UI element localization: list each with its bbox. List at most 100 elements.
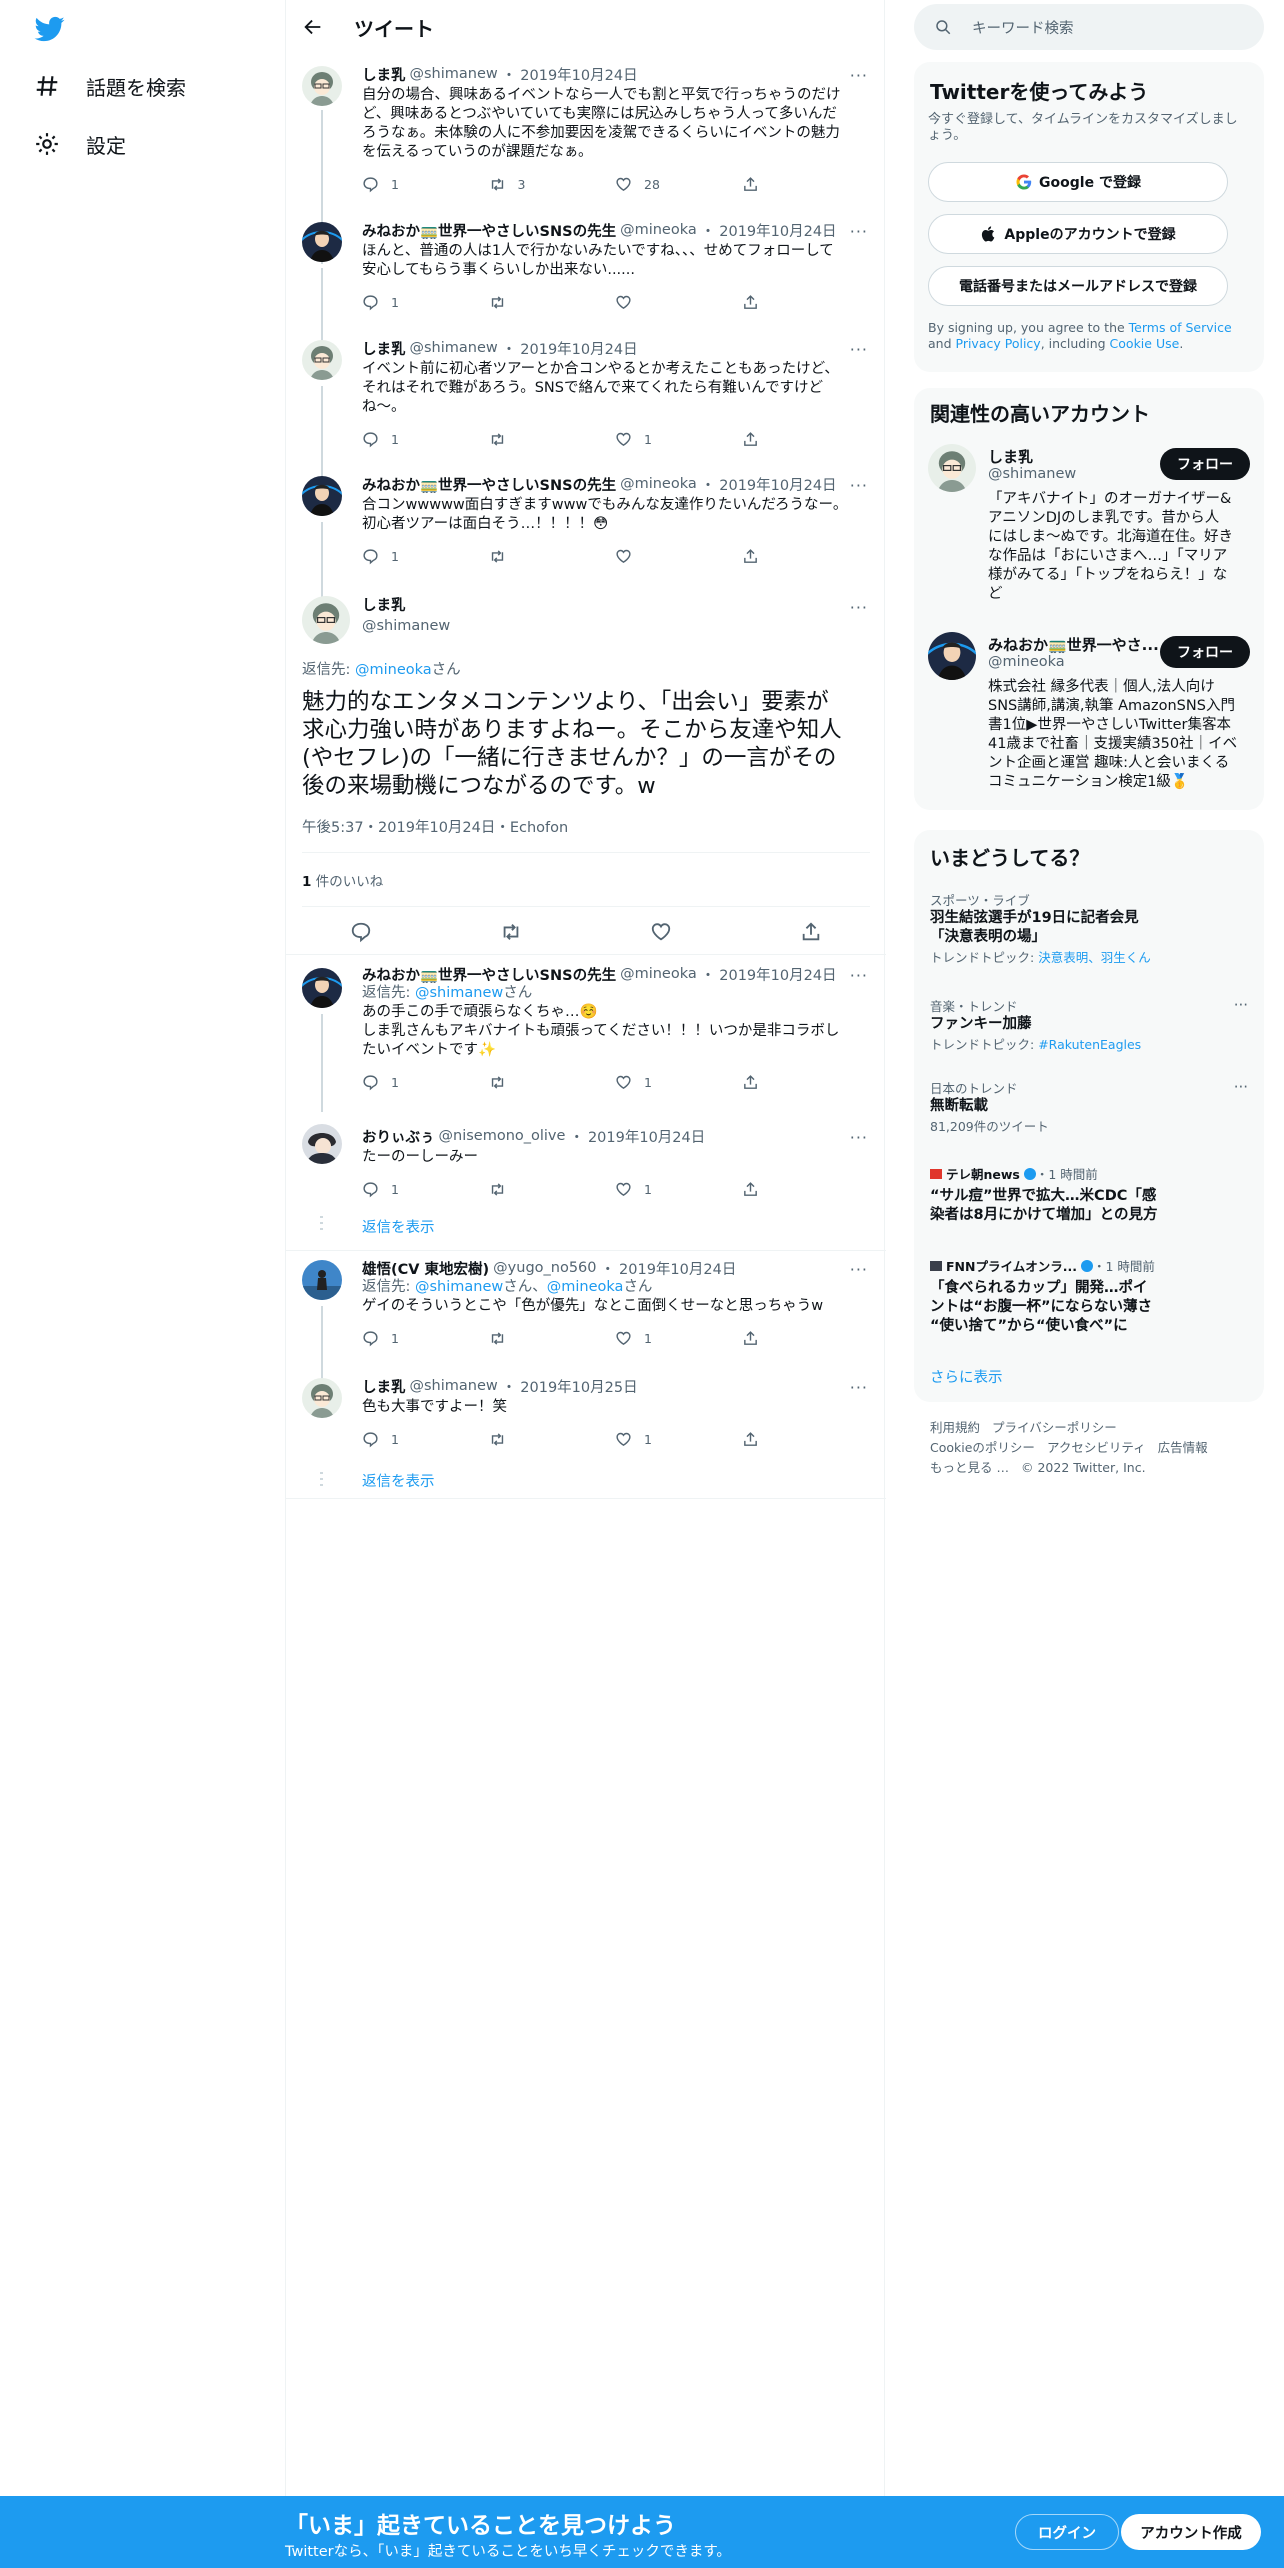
avatar[interactable] [302, 596, 350, 644]
create-account-button[interactable]: アカウント作成 [1121, 2514, 1261, 2550]
tweet-author[interactable]: しま乳 @shimanew ・ 2019年10月25日 [362, 1376, 868, 1396]
show-replies-link[interactable]: 返信を表示 [362, 1470, 435, 1491]
reply-to-link[interactable]: @shimanew [415, 985, 503, 1001]
share-button[interactable] [742, 1330, 869, 1347]
share-button[interactable] [742, 431, 869, 448]
back-arrow-icon[interactable] [302, 16, 324, 38]
like-button[interactable]: 1 [615, 1431, 742, 1448]
avatar[interactable] [928, 444, 976, 492]
more-icon[interactable]: ··· [850, 66, 868, 85]
cookie-link[interactable]: Cookie Use [1110, 336, 1180, 351]
retweet-button[interactable] [489, 431, 616, 448]
reply-button[interactable]: 1 [362, 176, 489, 193]
terms-link[interactable]: Terms of Service [1129, 320, 1232, 335]
more-icon[interactable]: ··· [850, 1260, 868, 1279]
avatar[interactable] [302, 1378, 342, 1418]
show-more-link[interactable]: さらに表示 [930, 1366, 1003, 1387]
retweet-button[interactable]: 3 [489, 176, 616, 193]
tweet-date[interactable]: 2019年10月24日 [719, 964, 836, 985]
privacy-link[interactable]: プライバシーポリシー [992, 1420, 1117, 1435]
tweet-author[interactable]: しま乳 @shimanew ・ 2019年10月24日 [362, 338, 868, 358]
like-count[interactable]: 1 件のいいね [302, 870, 383, 890]
login-button[interactable]: ログイン [1015, 2514, 1119, 2550]
follow-button[interactable]: フォロー [1160, 448, 1250, 480]
nav-explore[interactable]: 話題を検索 [34, 66, 186, 106]
tweet-author[interactable]: みねおか🚃世界一やさしいSNSの先生 @mineoka ・ 2019年10月24日 [362, 474, 868, 494]
privacy-link[interactable]: Privacy Policy [956, 336, 1041, 351]
more-icon[interactable]: ··· [850, 476, 868, 495]
avatar[interactable] [302, 968, 342, 1008]
apple-signup-button[interactable]: Appleのアカウントで登録 [928, 214, 1228, 254]
tweet-date[interactable]: 2019年10月24日 [520, 338, 637, 359]
reply-to-link[interactable]: @mineoka [355, 662, 432, 678]
retweet-button[interactable] [489, 1431, 616, 1448]
news-item[interactable]: FNNプライムオンラ... ・1 時間前 「食べられるカップ」開発…ポイ ントは“お… [930, 1256, 1248, 1336]
share-button[interactable] [742, 1431, 869, 1448]
heart-icon[interactable] [650, 921, 672, 943]
trend-item[interactable]: 日本のトレンド ··· 無断転載 81,209件のツイート [930, 1078, 1248, 1135]
avatar[interactable] [302, 1124, 342, 1164]
reply-button[interactable]: 1 [362, 1330, 489, 1347]
more-icon[interactable]: ··· [850, 1378, 868, 1397]
reply-button[interactable]: 1 [362, 1181, 489, 1198]
share-button[interactable] [742, 176, 869, 193]
retweet-icon[interactable] [500, 921, 522, 943]
like-button[interactable]: 28 [615, 176, 742, 193]
avatar[interactable] [928, 632, 976, 680]
news-item[interactable]: テレ朝news ・1 時間前 “サル痘”世界で拡大…米CDC「感 染者は8月にかけて… [930, 1164, 1248, 1225]
retweet-button[interactable] [489, 294, 616, 311]
terms-link[interactable]: 利用規約 [930, 1420, 980, 1435]
more-icon[interactable]: ··· [850, 1128, 868, 1147]
reply-button[interactable]: 1 [362, 431, 489, 448]
more-icon[interactable]: ··· [1234, 1078, 1248, 1096]
more-icon[interactable]: ··· [850, 966, 868, 985]
share-icon[interactable] [800, 921, 822, 943]
search-box[interactable]: キーワード検索 [914, 4, 1264, 50]
tweet-date[interactable]: 2019年10月25日 [520, 1376, 637, 1397]
share-button[interactable] [742, 1074, 869, 1091]
nav-settings[interactable]: 設定 [34, 124, 126, 164]
tweet-date[interactable]: 2019年10月24日 [619, 1258, 736, 1279]
retweet-button[interactable] [489, 1330, 616, 1347]
reply-to-link[interactable]: @mineoka [547, 1279, 624, 1295]
share-button[interactable] [742, 1181, 869, 1198]
main-author[interactable]: しま乳 @shimanew [362, 596, 450, 636]
related-account[interactable]: しま乳 @shimanew フォロー 「アキバナイト」のオーガナイザー& アニソン… [928, 444, 1250, 614]
like-button[interactable] [615, 294, 742, 311]
tweet-date[interactable]: 2019年10月24日 [719, 220, 836, 241]
reply-button[interactable]: 1 [362, 294, 489, 311]
like-button[interactable]: 1 [615, 1330, 742, 1347]
share-button[interactable] [742, 548, 869, 565]
tweet-date[interactable]: 2019年10月24日 [588, 1126, 705, 1147]
avatar[interactable] [302, 340, 342, 380]
google-signup-button[interactable]: Google で登録 [928, 162, 1228, 202]
twitter-logo-icon[interactable] [33, 14, 67, 44]
tweet-author[interactable]: みねおか🚃世界一やさしいSNSの先生 @mineoka ・ 2019年10月24日 [362, 964, 868, 984]
reply-to-link[interactable]: @shimanew [415, 1279, 503, 1295]
reply-button[interactable]: 1 [362, 548, 489, 565]
tweet-date[interactable]: 2019年10月24日 [520, 64, 637, 85]
avatar[interactable] [302, 1260, 342, 1300]
tweet-date[interactable]: 2019年10月24日 [719, 474, 836, 495]
more-icon[interactable]: ··· [850, 222, 868, 241]
like-button[interactable] [615, 548, 742, 565]
trend-item[interactable]: 音楽・トレンド ··· ファンキー加藤 トレンドトピック: #RakutenEa… [930, 996, 1248, 1053]
ads-link[interactable]: 広告情報 [1158, 1440, 1208, 1455]
share-button[interactable] [742, 294, 869, 311]
tweet-author[interactable]: おりぃぶぅ @nisemono_olive ・ 2019年10月24日 [362, 1126, 868, 1146]
like-button[interactable]: 1 [615, 431, 742, 448]
more-icon[interactable]: ··· [850, 598, 868, 617]
like-button[interactable]: 1 [615, 1074, 742, 1091]
more-link[interactable]: もっと見る … [930, 1460, 1009, 1475]
phone-email-signup-button[interactable]: 電話番号またはメールアドレスで登録 [928, 266, 1228, 306]
accessibility-link[interactable]: アクセシビリティ [1047, 1440, 1146, 1455]
avatar[interactable] [302, 66, 342, 106]
search-input[interactable]: キーワード検索 [972, 17, 1074, 38]
cookie-link[interactable]: Cookieのポリシー [930, 1440, 1035, 1455]
tweet-author[interactable]: みねおか🚃世界一やさしいSNSの先生 @mineoka ・ 2019年10月24日 [362, 220, 868, 240]
reply-icon[interactable] [350, 921, 372, 943]
follow-button[interactable]: フォロー [1160, 636, 1250, 668]
avatar[interactable] [302, 222, 342, 262]
related-account[interactable]: みねおか🚃世界一やさ... @mineoka フォロー 株式会社 縁多代表｜個人… [928, 632, 1250, 802]
more-icon[interactable]: ··· [1234, 996, 1248, 1014]
